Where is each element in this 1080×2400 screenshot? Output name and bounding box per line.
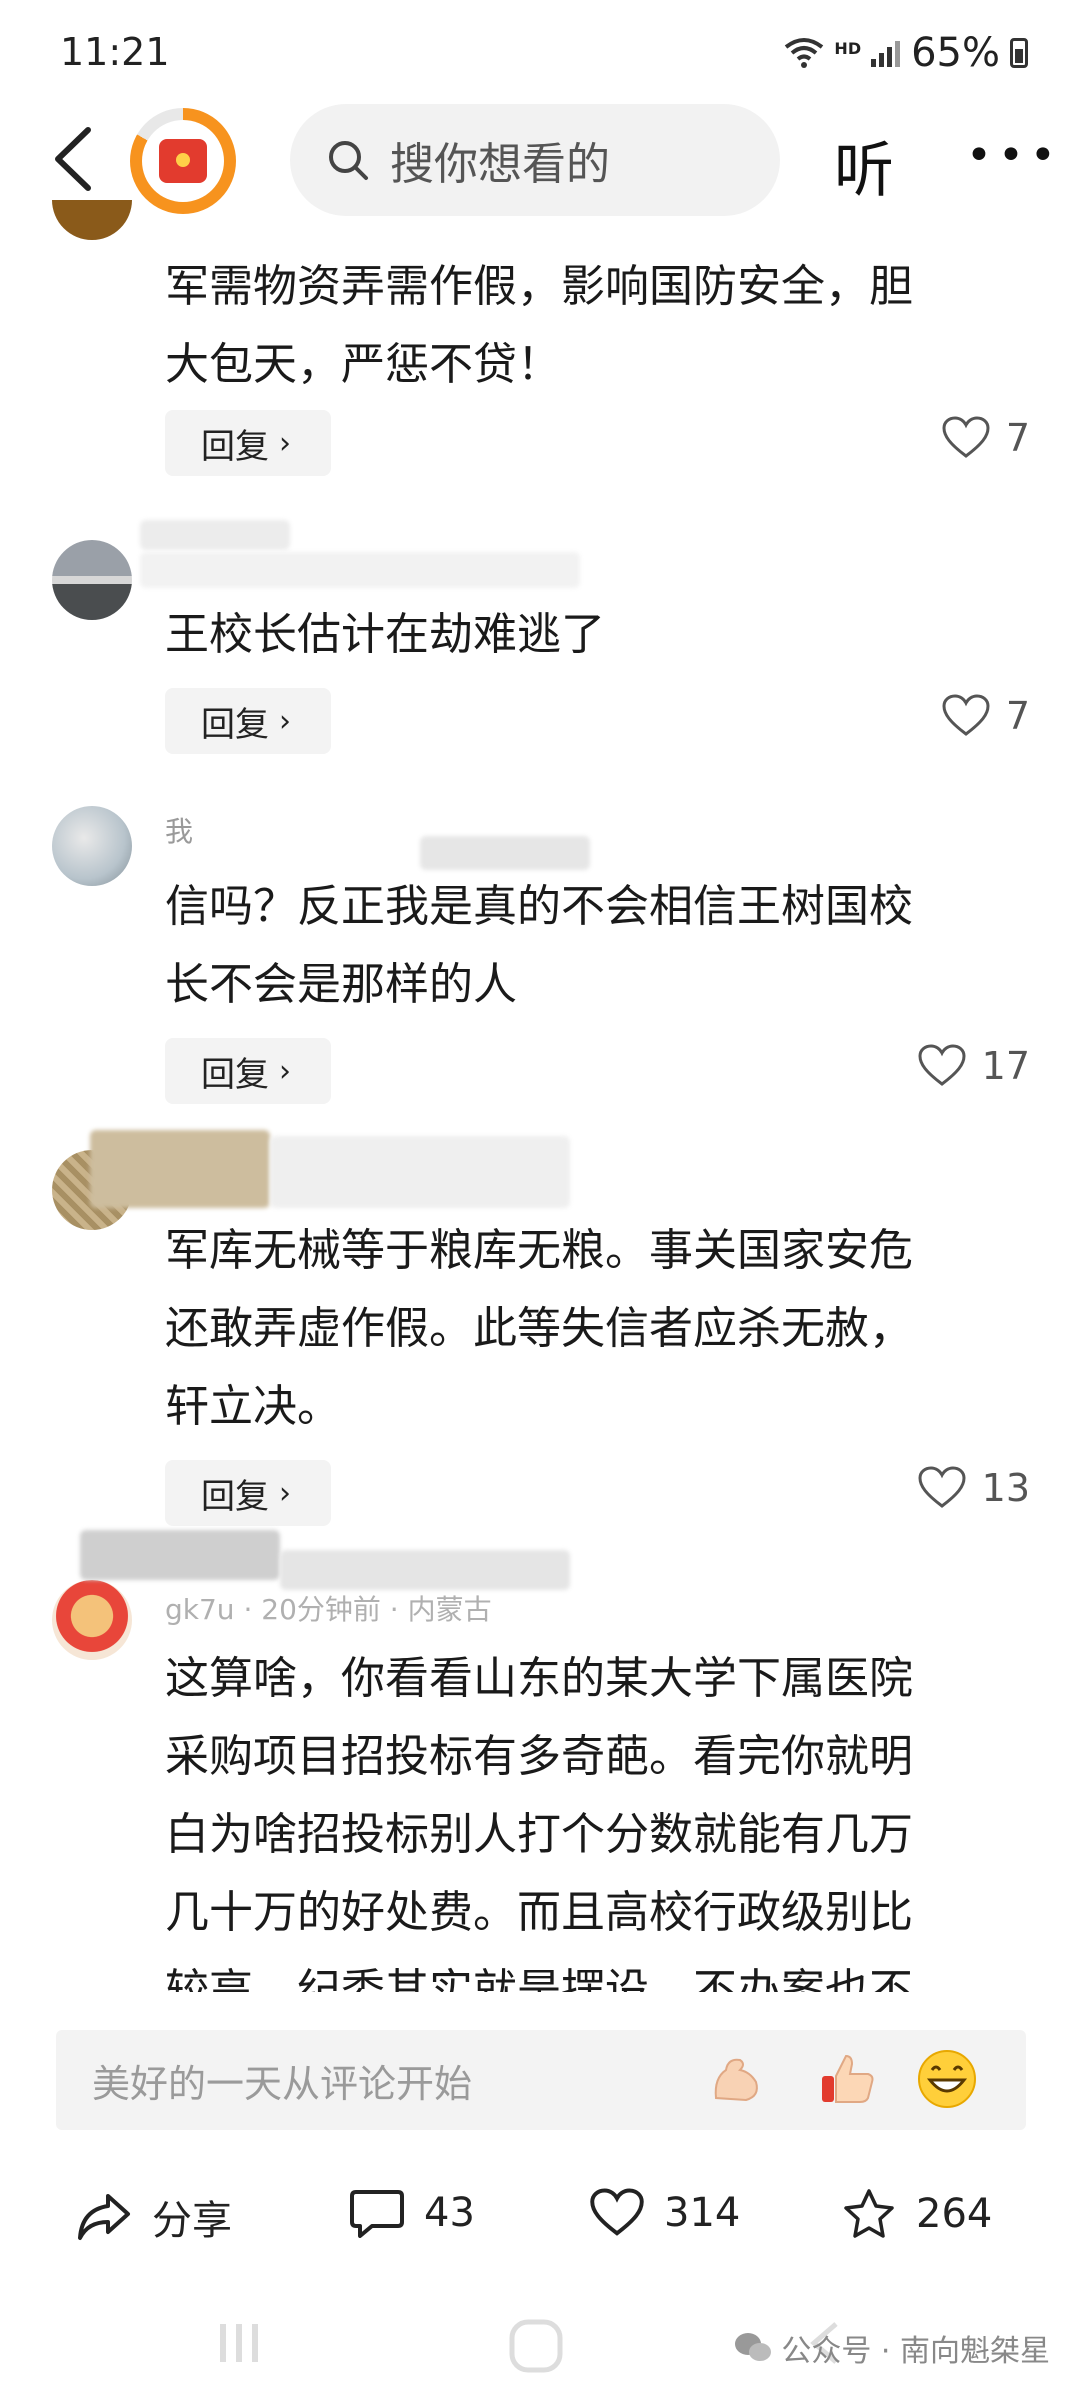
top-nav: 搜你想看的 听 ••• xyxy=(0,100,1080,220)
status-bar: 11:21 HD 65% xyxy=(0,0,1080,112)
like-button[interactable]: 13 xyxy=(918,1466,1030,1510)
status-icons: HD 65% xyxy=(784,30,1028,76)
listen-button[interactable]: 听 xyxy=(834,122,894,209)
comment-text: 王校长估计在劫难逃了 xyxy=(165,609,605,660)
avatar[interactable] xyxy=(52,540,132,620)
blurred-username xyxy=(90,1130,270,1208)
search-placeholder: 搜你想看的 xyxy=(390,139,610,190)
share-label: 分享 xyxy=(152,2198,232,2244)
comment-text: 军需物资弄需作假，影响国防安全，胆 大包天，严惩不贷！ xyxy=(165,261,913,390)
comment-text: 军库无械等于粮库无粮。事关国家安危 还敢弄虚作假。此等失信者应杀无赦， 轩立决。 xyxy=(165,1225,913,1432)
comment-text: 信吗？反正我是真的不会相信王树国校 长不会是那样的人 xyxy=(165,881,913,1010)
heart-icon xyxy=(590,2188,644,2236)
likes-count: 314 xyxy=(664,2190,741,2236)
reply-button[interactable]: 回复 › xyxy=(165,688,331,754)
search-icon xyxy=(329,141,368,180)
heart-icon xyxy=(942,694,990,736)
like-count: 17 xyxy=(981,1044,1030,1088)
like-button[interactable]: 17 xyxy=(918,1044,1030,1088)
reply-button[interactable]: 回复 › xyxy=(165,1038,331,1104)
comment-bubble-icon xyxy=(350,2190,404,2238)
heart-icon xyxy=(918,1044,966,1086)
wifi-icon xyxy=(785,38,824,68)
like-button[interactable]: 7 xyxy=(942,694,1030,738)
comment-meta: 我 xyxy=(165,815,194,848)
red-packet-icon[interactable] xyxy=(130,108,236,214)
comment-meta: gk7u · 20分钟前 · 内蒙古 xyxy=(165,1593,492,1626)
star-icon xyxy=(844,2189,894,2238)
like-count: 7 xyxy=(1005,694,1030,738)
home-icon[interactable] xyxy=(508,2318,564,2374)
avatar[interactable] xyxy=(52,806,132,886)
search-bar[interactable]: 搜你想看的 xyxy=(290,104,780,216)
system-nav-bar: 公众号 · 南向魁桀星 xyxy=(0,2290,1080,2400)
comment-input[interactable]: 美好的一天从评论开始 xyxy=(56,2030,1026,2130)
battery-icon xyxy=(1010,38,1028,68)
wechat-icon xyxy=(735,2333,772,2361)
like-button[interactable]: 7 xyxy=(942,416,1030,460)
more-options-icon[interactable]: ••• xyxy=(966,130,1062,181)
blurred-username xyxy=(420,836,590,870)
blurred-username xyxy=(140,520,290,550)
back-arrow-icon[interactable] xyxy=(44,124,104,194)
comments-count: 43 xyxy=(424,2190,475,2236)
like-count: 13 xyxy=(981,1466,1030,1510)
heart-icon xyxy=(918,1466,966,1508)
hd-badge: HD xyxy=(834,38,862,58)
blurred-username xyxy=(270,1136,570,1208)
battery-percent: 65% xyxy=(911,30,1000,76)
comment-text: 这算啥，你看看山东的某大学下属医院 采购项目招投标有多奇葩。看完你就明 白为啥招… xyxy=(165,1653,913,1992)
blurred-username xyxy=(280,1550,570,1590)
like-post-button[interactable]: 314 xyxy=(590,2188,740,2238)
blurred-username xyxy=(140,552,580,588)
avatar[interactable] xyxy=(52,1580,132,1660)
recent-apps-icon[interactable] xyxy=(214,2318,264,2368)
action-bar: 分享 43 314 264 xyxy=(0,2160,1080,2280)
grinning-emoji-icon[interactable] xyxy=(916,2048,978,2110)
favorites-count: 264 xyxy=(916,2191,993,2237)
status-time: 11:21 xyxy=(60,30,170,74)
favorite-button[interactable]: 264 xyxy=(842,2188,992,2240)
watermark: 公众号 · 南向魁桀星 xyxy=(733,2326,1050,2370)
thumbs-up-emoji-icon[interactable] xyxy=(816,2048,878,2110)
share-icon xyxy=(78,2194,130,2240)
blurred-username xyxy=(80,1530,280,1580)
avatar[interactable] xyxy=(52,200,132,240)
share-button[interactable]: 分享 xyxy=(76,2188,232,2246)
like-count: 7 xyxy=(1005,416,1030,460)
reply-button[interactable]: 回复 › xyxy=(165,1460,331,1526)
comment-input-placeholder: 美好的一天从评论开始 xyxy=(92,2061,473,2106)
heart-icon xyxy=(942,416,990,458)
reply-button[interactable]: 回复 › xyxy=(165,410,331,476)
comments-button[interactable]: 43 xyxy=(350,2188,475,2238)
flex-arm-emoji-icon[interactable] xyxy=(706,2048,768,2110)
signal-icon xyxy=(871,41,901,67)
